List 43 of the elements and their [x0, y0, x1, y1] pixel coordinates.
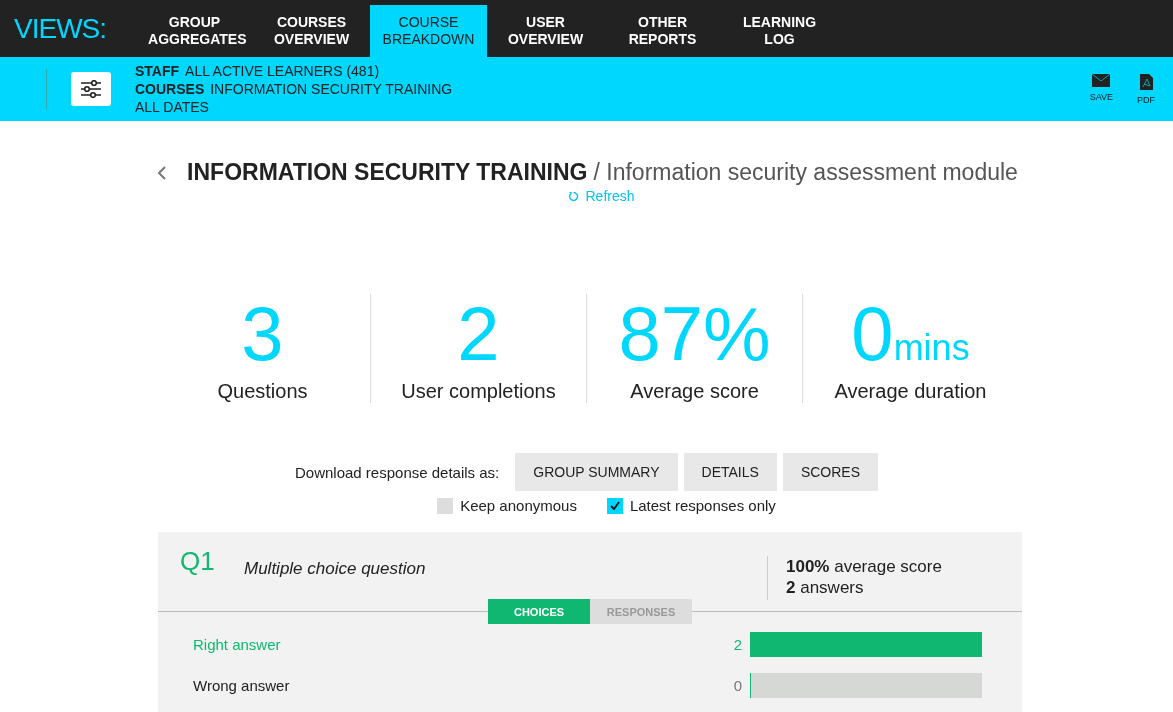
envelope-icon: [1092, 73, 1111, 87]
stat-value: 2: [457, 294, 500, 374]
views-label: VIEWS:: [13, 11, 107, 46]
question-number: Q1: [180, 546, 216, 578]
stat-label: Questions: [217, 380, 308, 403]
stat-value: 3: [241, 294, 284, 374]
sliders-icon: [81, 80, 101, 98]
stat-label: Average score: [630, 380, 759, 403]
answer-text: Wrong answer: [193, 677, 291, 694]
download-button[interactable]: DETAILS: [683, 453, 777, 491]
stat-label: Average duration: [834, 380, 987, 403]
view-tab[interactable]: COURSE BREAKDOWN: [370, 5, 487, 57]
download-button[interactable]: SCORES: [782, 453, 878, 491]
course-title: INFORMATION SECURITY TRAINING: [187, 159, 588, 186]
checkbox[interactable]: [437, 497, 454, 514]
answer-count: 2: [733, 636, 742, 653]
module-title: / Information security assessment module: [593, 159, 1018, 186]
pdf-icon: [1139, 73, 1153, 90]
question-type: Multiple choice question: [244, 559, 427, 580]
filter-summary: COURSES INFORMATION SECURITY TRAINING: [135, 80, 454, 98]
pdf-button[interactable]: PDF: [1137, 73, 1155, 105]
filter-summary: STAFF ALL ACTIVE LEARNERS (481): [135, 62, 381, 80]
view-tab[interactable]: GROUP AGGREGATES: [136, 5, 253, 57]
question-stat: 2 answers: [786, 577, 865, 598]
view-tab[interactable]: USER OVERVIEW: [487, 5, 604, 57]
download-label: Download response details as:: [295, 463, 500, 481]
filter-summary: ALL DATES: [135, 98, 210, 116]
answer-text: Right answer: [193, 636, 282, 653]
refresh-icon: [568, 190, 580, 202]
filter-button[interactable]: [71, 72, 111, 106]
download-button[interactable]: GROUP SUMMARY: [515, 453, 678, 491]
question-stat: 100% average score: [786, 556, 943, 577]
view-tab[interactable]: LEARNING LOG: [721, 5, 838, 57]
checkbox-label: Keep anonymous: [460, 497, 577, 514]
stat-label: User completions: [401, 380, 556, 403]
checkbox-label: Latest responses only: [629, 497, 776, 514]
checkbox[interactable]: [606, 497, 623, 514]
stat-value: 87%: [618, 294, 771, 374]
stat-value: 0mins: [851, 294, 970, 374]
view-tab[interactable]: OTHER REPORTS: [604, 5, 721, 57]
view-tab[interactable]: COURSES OVERVIEW: [253, 5, 370, 57]
save-button[interactable]: SAVE: [1089, 73, 1113, 105]
answer-count: 0: [733, 677, 742, 694]
